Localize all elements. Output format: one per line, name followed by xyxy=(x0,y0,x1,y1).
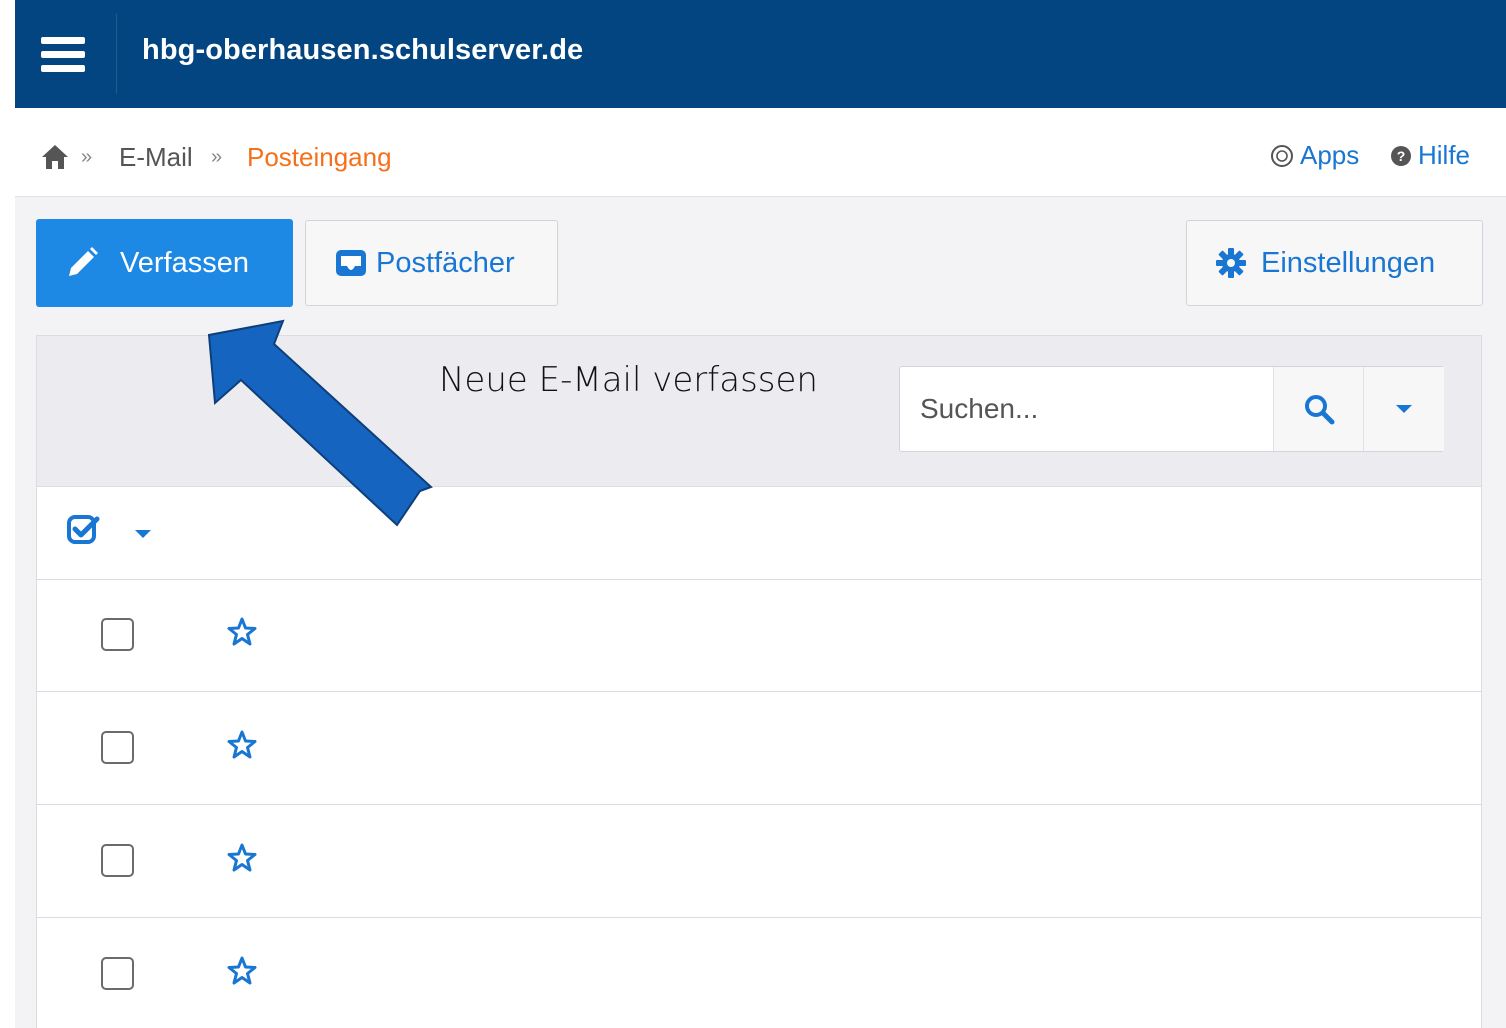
menu-icon[interactable] xyxy=(41,37,85,73)
select-options-dropdown[interactable] xyxy=(135,530,151,538)
inbox-icon xyxy=(336,250,366,276)
row-checkbox[interactable] xyxy=(101,957,134,990)
chevron-down-icon xyxy=(1396,405,1412,413)
pencil-icon xyxy=(69,247,98,276)
message-row[interactable] xyxy=(37,579,1481,692)
search-icon xyxy=(1305,395,1335,425)
apps-label: Apps xyxy=(1300,140,1360,170)
site-title: hbg-oberhausen.schulserver.de xyxy=(142,34,584,66)
message-row[interactable] xyxy=(37,805,1481,918)
settings-label: Einstellungen xyxy=(1261,246,1436,279)
help-link[interactable]: ? Hilfe xyxy=(1390,140,1470,171)
breadcrumb-separator: » xyxy=(81,146,93,168)
mailboxes-label: Postfächer xyxy=(376,246,515,279)
search-box xyxy=(899,366,1444,452)
breadcrumb-separator: » xyxy=(211,146,223,168)
apps-icon xyxy=(1271,144,1293,167)
star-icon[interactable] xyxy=(227,843,257,873)
top-navigation-bar: hbg-oberhausen.schulserver.de xyxy=(15,0,1506,108)
settings-button[interactable]: Einstellungen xyxy=(1186,220,1483,306)
check-square-icon xyxy=(67,515,100,544)
annotation-text: Neue E-Mail verfassen xyxy=(439,360,818,400)
select-all-checkbox[interactable] xyxy=(66,514,100,551)
breadcrumb-inbox: Posteingang xyxy=(247,142,392,172)
message-list-header: Neue E-Mail verfassen xyxy=(37,336,1481,487)
message-row[interactable] xyxy=(37,692,1481,805)
star-icon[interactable] xyxy=(227,956,257,986)
message-row[interactable] xyxy=(37,918,1481,1028)
selection-toolbar xyxy=(37,486,1481,580)
mailboxes-button[interactable]: Postfächer xyxy=(305,220,558,306)
row-checkbox[interactable] xyxy=(101,731,134,764)
svg-text:?: ? xyxy=(1397,148,1406,164)
help-icon: ? xyxy=(1391,145,1411,166)
compose-button[interactable]: Verfassen xyxy=(36,219,293,307)
help-label: Hilfe xyxy=(1418,140,1471,170)
gear-icon xyxy=(1216,248,1246,278)
message-list-panel: Neue E-Mail verfassen xyxy=(36,335,1482,1028)
search-input[interactable] xyxy=(900,367,1273,451)
search-options-dropdown[interactable] xyxy=(1363,367,1444,451)
star-icon[interactable] xyxy=(227,730,257,760)
divider xyxy=(116,14,117,94)
star-icon[interactable] xyxy=(227,617,257,647)
app-window: hbg-oberhausen.schulserver.de » E-Mail »… xyxy=(15,0,1506,1028)
row-checkbox[interactable] xyxy=(101,844,134,877)
compose-label: Verfassen xyxy=(120,246,249,279)
search-button[interactable] xyxy=(1273,367,1364,451)
apps-link[interactable]: Apps xyxy=(1270,140,1359,171)
breadcrumb-email[interactable]: E-Mail xyxy=(119,142,193,173)
row-checkbox[interactable] xyxy=(101,618,134,651)
home-icon[interactable] xyxy=(41,144,69,175)
